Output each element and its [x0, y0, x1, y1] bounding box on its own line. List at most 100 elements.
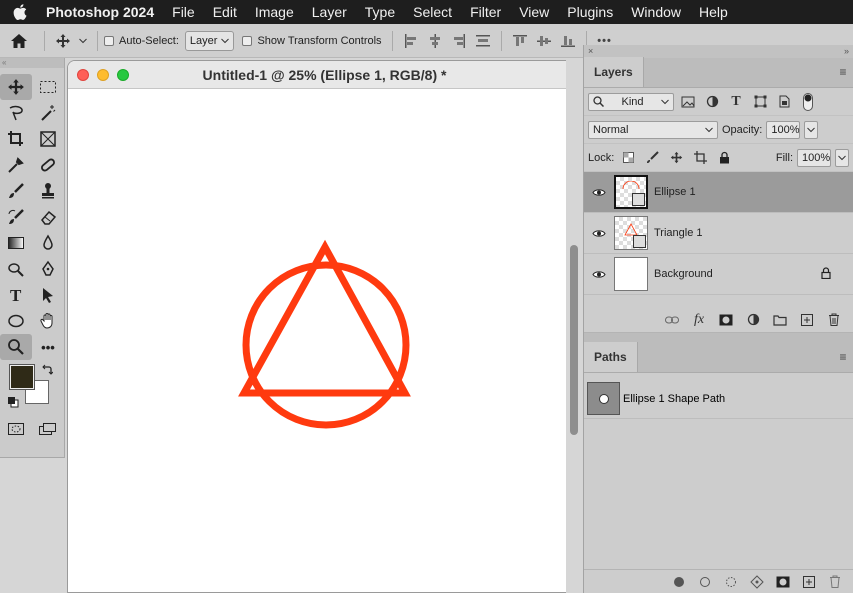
add-mask-icon[interactable] [774, 576, 792, 588]
visibility-eye-icon[interactable] [584, 270, 614, 279]
menu-edit[interactable]: Edit [204, 0, 246, 24]
move-tool-icon[interactable] [51, 33, 75, 49]
lock-icon[interactable] [821, 266, 831, 282]
menu-type[interactable]: Type [356, 0, 404, 24]
tab-paths[interactable]: Paths [584, 342, 638, 372]
opacity-input[interactable]: 100% [766, 120, 801, 139]
eraser-tool-icon[interactable] [32, 204, 64, 230]
marquee-tool-icon[interactable] [32, 74, 64, 100]
menu-file[interactable]: File [163, 0, 204, 24]
show-transform-checkbox[interactable] [242, 35, 253, 46]
triangle-shape[interactable] [238, 239, 411, 397]
lock-artboard-icon[interactable] [690, 151, 710, 164]
lasso-tool-icon[interactable] [0, 100, 32, 126]
path-row-ellipse-1-shape-path[interactable]: Ellipse 1 Shape Path [584, 379, 853, 419]
filter-smart-object-icon[interactable] [774, 95, 794, 108]
scrollbar-thumb[interactable] [570, 245, 578, 435]
blend-mode-dropdown[interactable]: Normal [588, 120, 718, 139]
foreground-color-swatch[interactable] [9, 364, 35, 390]
filter-toggle-switch[interactable] [798, 92, 818, 111]
make-work-path-icon[interactable] [748, 574, 766, 589]
lock-position-icon[interactable] [666, 151, 686, 164]
new-layer-icon[interactable] [798, 313, 816, 326]
zoom-window-button[interactable] [117, 69, 129, 81]
apple-logo-icon[interactable] [0, 4, 40, 20]
tools-panel-grip[interactable]: « [0, 58, 64, 68]
zoom-tool-icon[interactable] [0, 334, 32, 360]
chevron-down-icon[interactable] [75, 38, 91, 44]
delete-path-icon[interactable] [826, 575, 844, 588]
distribute-icon[interactable] [471, 34, 495, 48]
new-group-icon[interactable] [771, 314, 789, 326]
load-path-as-selection-icon[interactable] [722, 576, 740, 588]
history-brush-tool-icon[interactable] [0, 204, 32, 230]
document-title-bar[interactable]: Untitled-1 @ 25% (Ellipse 1, RGB/8) * [68, 61, 581, 89]
path-selection-tool-icon[interactable] [32, 282, 64, 308]
align-center-horizontal-icon[interactable] [423, 33, 447, 48]
layer-row-background[interactable]: Background [584, 254, 853, 295]
filter-pixel-icon[interactable] [678, 96, 698, 108]
pen-tool-icon[interactable] [32, 256, 64, 282]
align-right-icon[interactable] [447, 33, 471, 48]
default-colors-icon[interactable] [7, 396, 19, 408]
dodge-tool-icon[interactable] [0, 256, 32, 282]
swap-colors-icon[interactable] [41, 364, 53, 376]
menu-layer[interactable]: Layer [303, 0, 356, 24]
delete-layer-icon[interactable] [825, 313, 843, 326]
add-mask-icon[interactable] [717, 314, 735, 326]
lock-image-pixels-icon[interactable] [642, 151, 662, 164]
more-tools-icon[interactable]: ••• [32, 334, 64, 360]
close-window-button[interactable] [77, 69, 89, 81]
layer-effects-icon[interactable]: fx [690, 312, 708, 328]
auto-select-checkbox[interactable] [104, 35, 114, 46]
type-tool-icon[interactable]: T [0, 282, 32, 308]
fill-path-icon[interactable] [670, 576, 688, 588]
home-icon[interactable] [0, 33, 38, 49]
auto-select-dropdown[interactable]: Layer [184, 30, 235, 51]
document-canvas[interactable] [68, 89, 581, 592]
align-left-icon[interactable] [399, 33, 423, 48]
move-tool-icon[interactable] [0, 74, 32, 100]
visibility-eye-icon[interactable] [584, 229, 614, 238]
menu-plugins[interactable]: Plugins [558, 0, 622, 24]
menu-image[interactable]: Image [246, 0, 303, 24]
frame-tool-icon[interactable] [32, 126, 64, 152]
filter-type-icon[interactable]: T [726, 94, 746, 110]
lock-all-icon[interactable] [714, 151, 734, 164]
opacity-dropdown[interactable] [804, 120, 819, 139]
quick-mask-icon[interactable] [7, 422, 25, 441]
adjustment-layer-icon[interactable] [744, 313, 762, 326]
ellipse-tool-icon[interactable] [0, 308, 32, 334]
layer-row-triangle-1[interactable]: Triangle 1 [584, 213, 853, 254]
panel-menu-icon[interactable]: ≡ [833, 57, 853, 87]
brush-tool-icon[interactable] [0, 178, 32, 204]
align-top-icon[interactable] [508, 34, 532, 48]
hand-tool-icon[interactable] [32, 308, 64, 334]
panel-menu-icon[interactable]: ≡ [833, 342, 853, 372]
align-bottom-icon[interactable] [556, 34, 580, 48]
filter-adjustment-icon[interactable] [702, 95, 722, 108]
document-vertical-scrollbar[interactable] [566, 60, 582, 593]
fill-input[interactable]: 100% [797, 148, 831, 167]
menu-select[interactable]: Select [404, 0, 461, 24]
align-middle-vertical-icon[interactable] [532, 34, 556, 48]
layer-row-ellipse-1[interactable]: Ellipse 1 [584, 172, 853, 213]
fill-dropdown[interactable] [835, 148, 849, 167]
stroke-path-icon[interactable] [696, 576, 714, 588]
link-layers-icon[interactable] [663, 316, 681, 324]
filter-shape-icon[interactable] [750, 95, 770, 108]
lock-transparent-pixels-icon[interactable] [618, 152, 638, 163]
gradient-tool-icon[interactable] [0, 230, 32, 256]
blur-tool-icon[interactable] [32, 230, 64, 256]
screen-mode-icon[interactable] [38, 422, 58, 441]
clone-stamp-tool-icon[interactable] [32, 178, 64, 204]
menu-app-photoshop[interactable]: Photoshop 2024 [40, 0, 163, 24]
healing-brush-tool-icon[interactable] [32, 152, 64, 178]
menu-filter[interactable]: Filter [461, 0, 510, 24]
visibility-eye-icon[interactable] [584, 188, 614, 197]
new-path-icon[interactable] [800, 575, 818, 588]
tab-layers[interactable]: Layers [584, 57, 644, 87]
minimize-window-button[interactable] [97, 69, 109, 81]
crop-tool-icon[interactable] [0, 126, 32, 152]
eyedropper-tool-icon[interactable] [0, 152, 32, 178]
